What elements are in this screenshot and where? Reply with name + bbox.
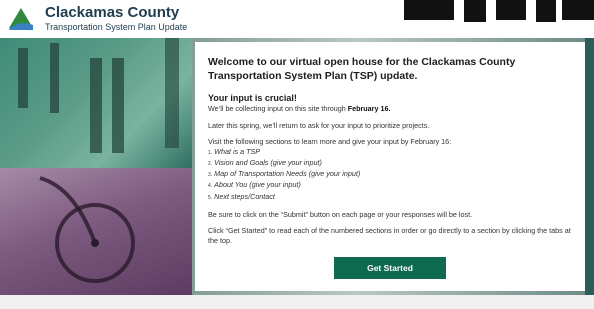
header-subtitle: Transportation System Plan Update [45, 22, 188, 32]
section-item-what-is-tsp[interactable]: 1. What is a TSP [208, 147, 572, 158]
input-heading: Your input is crucial! [208, 93, 297, 103]
later-text: Later this spring, we’ll return to ask f… [208, 120, 430, 130]
section-item-next-steps[interactable]: 5. Next steps/Contact [208, 192, 572, 203]
site-header: Clackamas County Transportation System P… [0, 0, 594, 38]
get-started-button[interactable]: Get Started [334, 257, 446, 279]
collecting-text: We’ll be collecting input on this site t… [208, 104, 572, 114]
background-edge [585, 38, 594, 295]
org-name[interactable]: Clackamas County [45, 5, 179, 21]
submit-note: Be sure to click on the “Submit” button … [208, 209, 473, 219]
footer-strip [0, 295, 594, 309]
section-item-about-you[interactable]: 4. About You (give your input) [208, 180, 572, 191]
visit-text: Visit the following sections to learn mo… [208, 137, 452, 146]
collecting-date: February 16. [347, 104, 391, 113]
instructions-text: Click “Get Started” to read each of the … [208, 226, 571, 245]
welcome-title: Welcome to our virtual open house for th… [208, 56, 516, 82]
section-item-needs-map[interactable]: 3. Map of Transportation Needs (give your… [208, 169, 572, 180]
section-item-vision-goals[interactable]: 2. Vision and Goals (give your input) [208, 158, 572, 169]
collecting-prefix: We’ll be collecting input on this site t… [208, 104, 348, 113]
button-row: Get Started [195, 257, 585, 279]
sections-list: 1. What is a TSP 2. Vision and Goals (give… [208, 147, 572, 203]
welcome-card: Welcome to our virtual open house for th… [195, 42, 585, 291]
photo-figures [18, 38, 179, 283]
header-graphic [404, 0, 594, 22]
clackamas-county-logo-icon[interactable] [8, 7, 34, 31]
